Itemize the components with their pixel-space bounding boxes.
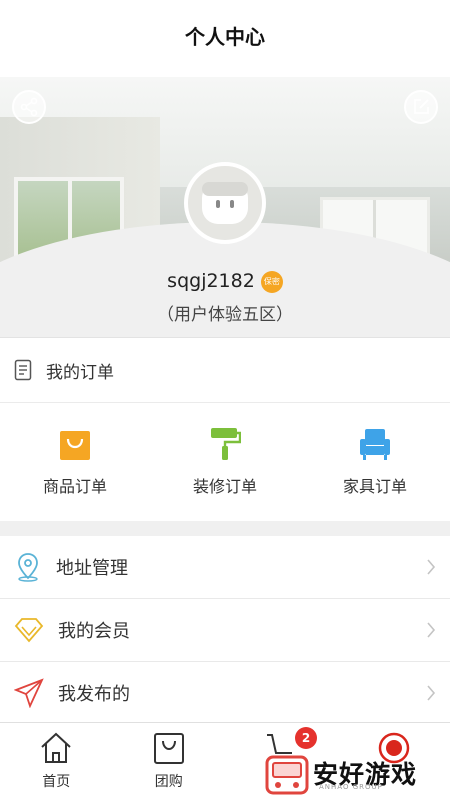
renovation-orders-button[interactable]: 装修订单: [150, 403, 300, 521]
watermark-logo: 安好游戏 ANHAO GROUP: [265, 745, 450, 800]
game-console-icon: [265, 755, 309, 794]
chevron-right-icon: [427, 685, 436, 701]
furniture-orders-button[interactable]: 家具订单: [300, 403, 450, 521]
menu-item-membership[interactable]: 我的会员: [0, 599, 450, 662]
username-row: sqgj2182 保密: [0, 270, 450, 293]
tab-label: 团购: [154, 774, 183, 790]
my-orders-label: 我的订单: [46, 362, 114, 383]
menu-item-label: 我的会员: [58, 621, 130, 642]
paper-plane-icon: [14, 678, 44, 708]
menu-item-label: 我发布的: [58, 684, 130, 705]
my-orders-row[interactable]: 我的订单: [0, 337, 450, 403]
privacy-badge: 保密: [260, 271, 283, 293]
edit-profile-button[interactable]: [404, 90, 438, 124]
order-label: 家具订单: [342, 477, 407, 496]
menu-item-label: 地址管理: [56, 558, 128, 579]
chevron-right-icon: [427, 559, 436, 575]
top-bar: 个人中心: [0, 0, 450, 77]
user-zone: （用户体验五区）: [157, 305, 293, 325]
chevron-right-icon: [427, 622, 436, 638]
document-icon: [14, 359, 32, 381]
shopping-bag-icon: [60, 431, 90, 460]
tab-label: 首页: [42, 774, 71, 790]
armchair-icon: [360, 429, 390, 460]
tab-group-buy[interactable]: 团购: [113, 723, 226, 800]
tab-home[interactable]: 首页: [0, 723, 113, 800]
page-title: 个人中心: [185, 25, 265, 49]
username: sqgj2182: [167, 270, 255, 292]
watermark-subtext: ANHAO GROUP: [319, 783, 383, 791]
location-pin-icon: [18, 553, 38, 582]
paint-roller-icon: [211, 428, 241, 460]
home-icon: [41, 732, 71, 763]
menu-list: 地址管理 我的会员 我发布的: [0, 536, 450, 725]
order-label: 装修订单: [192, 477, 257, 496]
menu-item-my-posts[interactable]: 我发布的: [0, 662, 450, 725]
edit-icon: [414, 99, 429, 114]
goods-orders-button[interactable]: 商品订单: [0, 403, 150, 521]
bag-icon: [153, 733, 184, 764]
share-icon: [20, 97, 38, 117]
order-label: 商品订单: [42, 477, 107, 496]
diamond-icon: [14, 618, 44, 643]
avatar[interactable]: [184, 162, 266, 244]
menu-item-address[interactable]: 地址管理: [0, 536, 450, 599]
order-categories: 商品订单 装修订单 家具订单: [0, 403, 450, 521]
share-button[interactable]: [12, 90, 46, 124]
avatar-face-icon: [202, 182, 248, 224]
